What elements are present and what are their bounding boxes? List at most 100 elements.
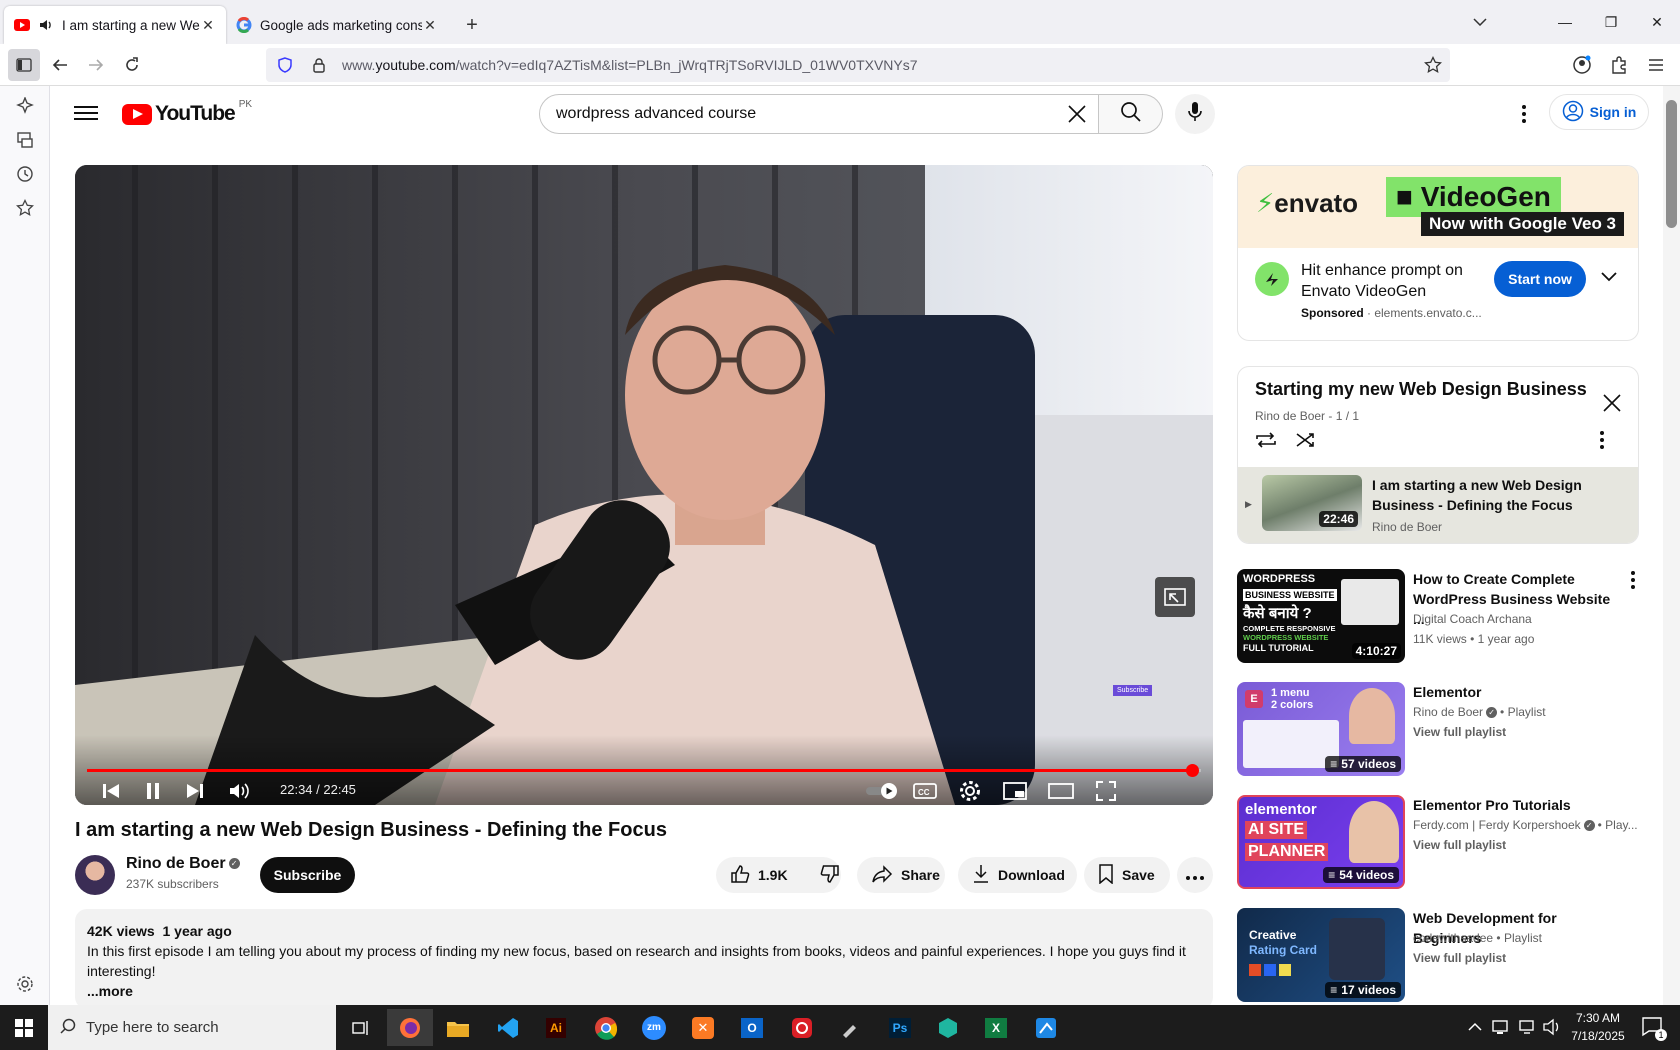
page-scrollbar[interactable] [1663,86,1680,1005]
view-full-playlist-link[interactable]: View full playlist [1413,838,1506,852]
subscribe-button[interactable]: Subscribe [260,857,355,893]
youtube-logo[interactable]: YouTube PK [122,99,252,126]
recommendation-channel[interactable]: Ferdy.com | Ferdy Korpershoek ✓ • Play... [1413,818,1638,832]
close-playlist-icon[interactable] [1602,393,1622,418]
notification-center-icon[interactable]: 1 [1641,1015,1667,1041]
settings-kebab-icon[interactable] [1512,102,1536,126]
restore-icon[interactable]: ❐ [1588,0,1634,44]
autoplay-toggle-icon[interactable] [865,779,899,803]
close-tab-icon[interactable]: ✕ [422,17,438,34]
view-full-playlist-link[interactable]: View full playlist [1413,951,1506,965]
show-hidden-icons-chevron-icon[interactable] [1468,1019,1482,1037]
url-text[interactable]: www.youtube.com/watch?v=edIq7AZTisM&list… [342,57,918,73]
sidebar-toggle-icon[interactable] [8,49,40,81]
scrollbar-thumb[interactable] [1666,100,1677,228]
chrome-icon[interactable] [583,1009,629,1046]
forward-icon[interactable] [80,49,112,81]
vscode-icon[interactable] [485,1009,531,1046]
playlist-item-current[interactable]: ▶ 22:46 I am starting a new Web Design B… [1238,467,1638,543]
subscribe-watermark[interactable]: Subscribe [1113,685,1153,696]
account-icon[interactable] [1566,49,1598,81]
network-status-icon[interactable] [1492,1018,1512,1041]
ai-chatbot-icon[interactable] [15,96,35,116]
photoshop-icon[interactable]: Ps [877,1009,923,1046]
bookmark-star-icon[interactable] [1424,55,1442,77]
synced-tabs-icon[interactable] [15,130,35,150]
description-box[interactable]: 42K views 1 year ago In this first episo… [75,909,1213,1005]
recommendation-channel[interactable]: Digital Coach Archana [1413,612,1532,626]
next-icon[interactable] [183,779,207,803]
history-icon[interactable] [15,164,35,184]
tab-google[interactable]: Google ads marketing consultant ✕ [226,6,448,44]
recommendation-title[interactable]: Elementor Pro Tutorials [1413,795,1618,815]
ad-headline[interactable]: Hit enhance prompt on Envato VideoGen [1301,260,1486,302]
miniplayer-expand-icon[interactable] [1155,577,1195,617]
save-button[interactable]: Save [1084,857,1170,893]
recommendation-menu-icon[interactable] [1631,571,1635,594]
zoom-icon[interactable]: zm [631,1009,677,1046]
recommendation-thumbnail[interactable]: Creative Rating Card ≡ 17 videos [1237,908,1405,1002]
ad-banner[interactable]: ⚡envato ■ VideoGen Now with Google Veo 3 [1238,166,1638,248]
customize-sidebar-gear-icon[interactable] [15,974,35,994]
close-window-icon[interactable]: ✕ [1634,0,1680,44]
recommendation-playlist[interactable]: E 1 menu 2 colors ≡ 57 videos Elementor Ri… [1237,682,1657,778]
search-button[interactable] [1099,94,1163,134]
recommendation-thumbnail[interactable]: E 1 menu 2 colors ≡ 57 videos [1237,682,1405,776]
sponsored-ad-card[interactable]: ⚡envato ■ VideoGen Now with Google Veo 3… [1237,165,1639,341]
tracking-protection-shield-icon[interactable] [276,57,294,73]
sign-in-button[interactable]: Sign in [1549,94,1649,130]
address-bar[interactable]: www.youtube.com/watch?v=edIq7AZTisM&list… [266,48,1450,82]
task-view-icon[interactable] [338,1009,384,1046]
chevron-down-icon[interactable] [1601,269,1617,287]
previous-icon[interactable] [99,779,123,803]
clear-search-icon[interactable] [1066,103,1088,130]
view-full-playlist-link[interactable]: View full playlist [1413,725,1506,739]
illustrator-icon[interactable]: Ai [533,1009,579,1046]
app-icon-generic[interactable] [925,1009,971,1046]
video-player[interactable]: Subscribe 22:34 / 22:45 CC [75,165,1213,805]
theater-mode-icon[interactable] [1047,779,1075,803]
taskbar-search-input[interactable]: Type here to search [48,1005,336,1050]
inkscape-pen-icon[interactable] [827,1009,873,1046]
recommendation-playlist[interactable]: elementor AI SITE PLANNER ≡ 54 videos Ele… [1237,795,1657,891]
voice-search-button[interactable] [1175,94,1215,134]
show-more-link[interactable]: ...more [87,981,1201,1001]
xampp-icon[interactable]: ✕ [680,1009,726,1046]
file-explorer-icon[interactable] [435,1009,481,1046]
guide-menu-icon[interactable] [74,102,98,126]
shuffle-icon[interactable] [1295,431,1317,454]
recommendation-thumbnail[interactable]: elementor AI SITE PLANNER ≡ 54 videos [1237,795,1405,889]
wifi-icon[interactable] [1518,1018,1538,1041]
scrubber-handle[interactable] [1186,764,1200,777]
tab-youtube[interactable]: I am starting a new Web Design Business … [4,6,226,44]
close-tab-icon[interactable]: ✕ [200,17,216,34]
playlist-item-thumbnail[interactable]: 22:46 [1262,475,1362,531]
progress-bar[interactable] [87,764,1201,777]
like-button[interactable]: 1.9K [730,864,788,887]
recommendation-item[interactable]: WORDPRESS BUSINESS WEBSITE कैसे बनाये ? … [1237,569,1657,665]
share-button[interactable]: Share [857,857,945,893]
speaker-playing-icon[interactable] [38,17,54,33]
recommendation-title[interactable]: Elementor [1413,682,1618,702]
search-query[interactable]: wordpress advanced course [556,105,756,123]
start-now-button[interactable]: Start now [1494,261,1586,297]
back-icon[interactable] [44,49,76,81]
settings-gear-icon[interactable] [957,779,983,803]
playlist-menu-icon[interactable] [1600,431,1604,454]
loop-playlist-icon[interactable] [1255,431,1277,454]
thumbs-down-icon[interactable] [820,864,840,887]
more-actions-button[interactable] [1177,857,1213,893]
advertiser-logo-icon[interactable] [1255,262,1289,296]
outlook-icon[interactable]: O [729,1009,775,1046]
playlist-item-title[interactable]: I am starting a new Web Design Business … [1372,475,1612,515]
lock-icon[interactable] [310,57,328,73]
list-all-tabs-icon[interactable] [1466,8,1494,36]
search-input[interactable]: wordpress advanced course [539,94,1099,134]
closed-captions-icon[interactable]: CC [911,779,939,803]
app-menu-icon[interactable] [1640,49,1672,81]
system-clock[interactable]: 7:30 AM 7/18/2025 [1563,1009,1633,1045]
fullscreen-icon[interactable] [1093,779,1119,803]
paint-icon[interactable] [1023,1009,1069,1046]
recommendation-channel[interactable]: codewithsadee • Playlist [1413,931,1542,945]
pause-icon[interactable] [141,779,165,803]
